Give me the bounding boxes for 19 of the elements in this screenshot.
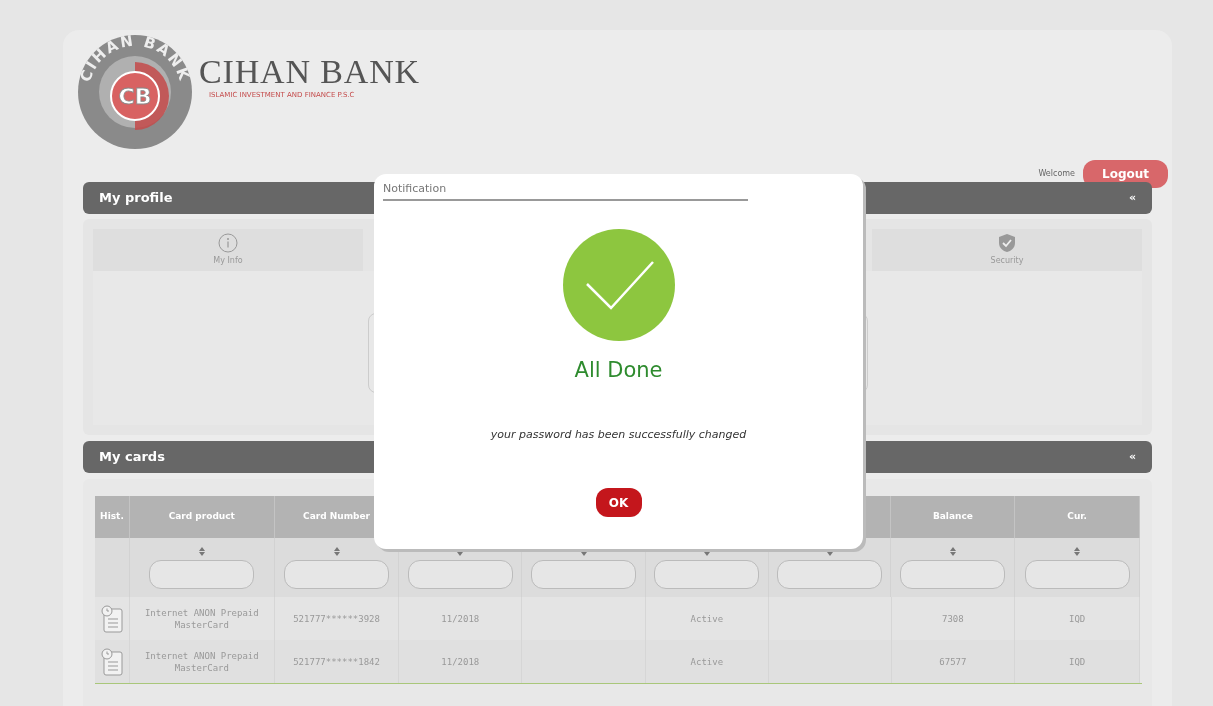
table-cell: 521777******3928	[293, 612, 380, 625]
table-cell: IQD	[1069, 612, 1086, 625]
table-cell: 11/2018	[441, 612, 480, 625]
table-cell: 11/2018	[441, 655, 480, 668]
table-cell: 521777******1842	[293, 655, 380, 668]
table-cell: Active	[690, 655, 724, 668]
dialog-message: your password has been successfully changed	[490, 426, 747, 443]
table-cell-text: Internet ANON Prepaid MasterCard	[143, 649, 260, 674]
table-cell: 67577	[939, 655, 967, 668]
table-cell: IQD	[1069, 655, 1086, 668]
dialog-heading: All Done	[574, 357, 663, 384]
table-cell: 7308	[942, 612, 964, 625]
bank-name: CIHAN BANK	[199, 54, 420, 90]
table-cell-text: Internet ANON Prepaid MasterCard	[143, 606, 260, 631]
section-title: My cards	[99, 448, 165, 467]
table-cell: Active	[690, 612, 724, 625]
welcome-text: Welcome	[1038, 168, 1075, 180]
dialog-title: Notification	[383, 182, 447, 195]
section-title: My profile	[99, 189, 173, 208]
